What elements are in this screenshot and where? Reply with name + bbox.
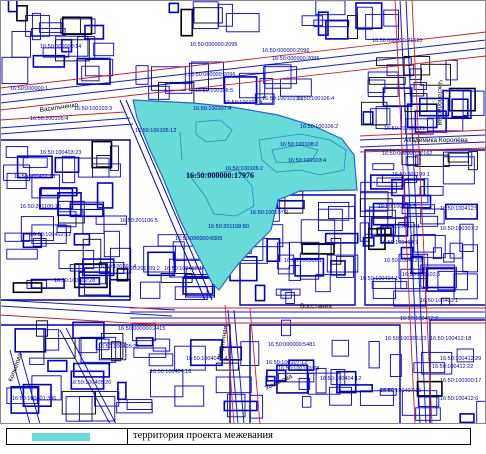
cadastral-number-label: 16:50:100305:21 xyxy=(384,126,425,132)
cadastral-number-label: 16:50:000000:2415 xyxy=(118,326,165,332)
cadastral-number-label: 16:50:100412:18 xyxy=(430,336,471,342)
cadastral-number-label: 16:50:000000:21620 xyxy=(372,38,422,44)
legend-swatch-project-area xyxy=(32,433,90,441)
cadastral-number-label: 16:50:100201:4 xyxy=(98,264,136,270)
street-name-label: Академика Королёва xyxy=(404,137,468,144)
cadastral-number-label: 16:50:100107:3 xyxy=(224,100,262,106)
cadastral-number-label: 16:50:100407:16 xyxy=(380,388,421,394)
street-name-label: Васильченко xyxy=(39,102,79,114)
cadastral-number-label: 16:50:100412:6 xyxy=(440,396,478,402)
cadastral-number-label: 16:50:100306:1 xyxy=(284,258,322,264)
cadastral-number-label: 16:50:000000:5481 xyxy=(268,342,315,348)
cadastral-number-label: 16:50:200105:4 xyxy=(30,116,68,122)
legend-label-project-area: территория проекта межевания xyxy=(133,430,273,441)
cadastral-number-label: 16:50:100404:1 xyxy=(360,276,398,282)
street-name-label: Восстания xyxy=(300,303,332,310)
cadastral-number-label: 16:50:100404:16 xyxy=(150,369,191,375)
cadastral-number-label: 16:50:100403:1 xyxy=(420,298,458,304)
cadastral-number-label: 16:50:100103:4 xyxy=(288,158,326,164)
cadastral-number-label: 16:50:200102:5 xyxy=(402,272,440,278)
cadastral-number-label: 16:50:100402:15 xyxy=(14,174,55,180)
cadastral-number-label: 16:50:100106:2 xyxy=(225,166,263,172)
cadastral-number-label: 16:50:100107:4 xyxy=(193,106,231,112)
cadastral-number-label: 16:50:201100:15 xyxy=(20,204,61,210)
cadastral-number-label: 16:50:201106:5 xyxy=(120,218,158,224)
cadastral-number-label: 16:50:100404:12 xyxy=(320,376,361,382)
cadastral-number-label: 16:50:100107:2 xyxy=(250,210,288,216)
cadastral-number-label: 16:50:100405:20 xyxy=(70,380,111,386)
cadastral-number-label: 16:50:100412:3 xyxy=(384,258,422,264)
cadastral-number-label: 16:50:000000:37162 xyxy=(382,151,432,157)
cadastral-number-label: 16:50:000000:2095 xyxy=(272,56,319,62)
map-canvas[interactable]: 16:50:000000:17976 16:50:000000:14 16:50:… xyxy=(0,0,486,424)
cadastral-number-label: 16:50:100108:2 xyxy=(280,142,318,148)
project-area-cadastral-label: 16:50:000000:17976 xyxy=(186,171,254,180)
cadastral-number-label: 16:50:100402:28 xyxy=(54,278,95,284)
cadastral-number-label: 16:50:060000:2096 xyxy=(188,72,235,78)
cadastral-number-label: 16:50:100412:29 xyxy=(440,356,481,362)
cadastral-number-label: 16:50:100300:17 xyxy=(440,378,481,384)
cadastral-number-label: 16:50:201109:1 xyxy=(392,172,430,178)
cadastral-number-label: 16:50:100203:5 xyxy=(378,204,416,210)
cadastral-number-label: 16:50:201108:80 xyxy=(208,224,249,230)
cadastral-number-label: 16:50:100106:4 xyxy=(296,96,334,102)
cadastral-number-label: 16:50:000000:2095 xyxy=(190,42,237,48)
cadastral-number-label: 16:50:000000:2096 xyxy=(262,48,309,54)
cadastral-number-label: 16:50:100412:22 xyxy=(432,364,473,370)
legend-divider xyxy=(127,429,128,444)
cadastral-number-label: 16:50:100306:23 xyxy=(385,336,426,342)
cadastral-number-label: 16:50:100412:7 xyxy=(380,240,418,246)
cadastral-number-label: 16:50:100107:12 xyxy=(266,360,307,366)
cadastral-number-label: 16:50:100103:3 xyxy=(74,106,112,112)
cadastral-number-label: 16:50:100402:12 xyxy=(30,232,71,238)
cadastral-number-label: 16:50:100403:23 xyxy=(40,150,81,156)
cadastral-number-label: 16:50:100412:5 xyxy=(440,206,478,212)
cadastral-number-label: 16:50:000000:14 xyxy=(40,44,81,50)
cadastral-number-label: 16:50:100417:1 xyxy=(382,224,420,230)
street-name-label: Чистопольская xyxy=(436,80,443,126)
cadastral-number-label: 16:50:100106:2 xyxy=(300,124,338,130)
cadastral-number-label: 16:50:100103:28 xyxy=(278,366,319,372)
street-name-label: Копылова xyxy=(7,352,24,383)
cadastral-number-label: 16:50:100412:1 xyxy=(164,266,202,272)
cadastral-number-label: 16:50:100412:2 xyxy=(400,316,438,322)
cadastral-number-label: 16:50:100307:2 xyxy=(440,226,478,232)
map-legend: территория проекта межевания xyxy=(6,428,471,445)
cadastral-number-label: 16:50:100401:336 xyxy=(12,396,56,402)
cadastral-number-label: 16:50:100405:21 xyxy=(98,344,139,350)
cadastral-number-label: 16:50:100106:5 xyxy=(195,88,233,94)
cadastral-map[interactable]: 16:50:000000:17976 16:50:000000:14 16:50:… xyxy=(0,0,486,424)
cadastral-number-label: 16:50:000000:6505 xyxy=(175,236,222,242)
cadastral-number-label: 16:50:000000:1 xyxy=(10,86,48,92)
cadastral-number-label: 16:50:100105:12 xyxy=(135,128,176,134)
